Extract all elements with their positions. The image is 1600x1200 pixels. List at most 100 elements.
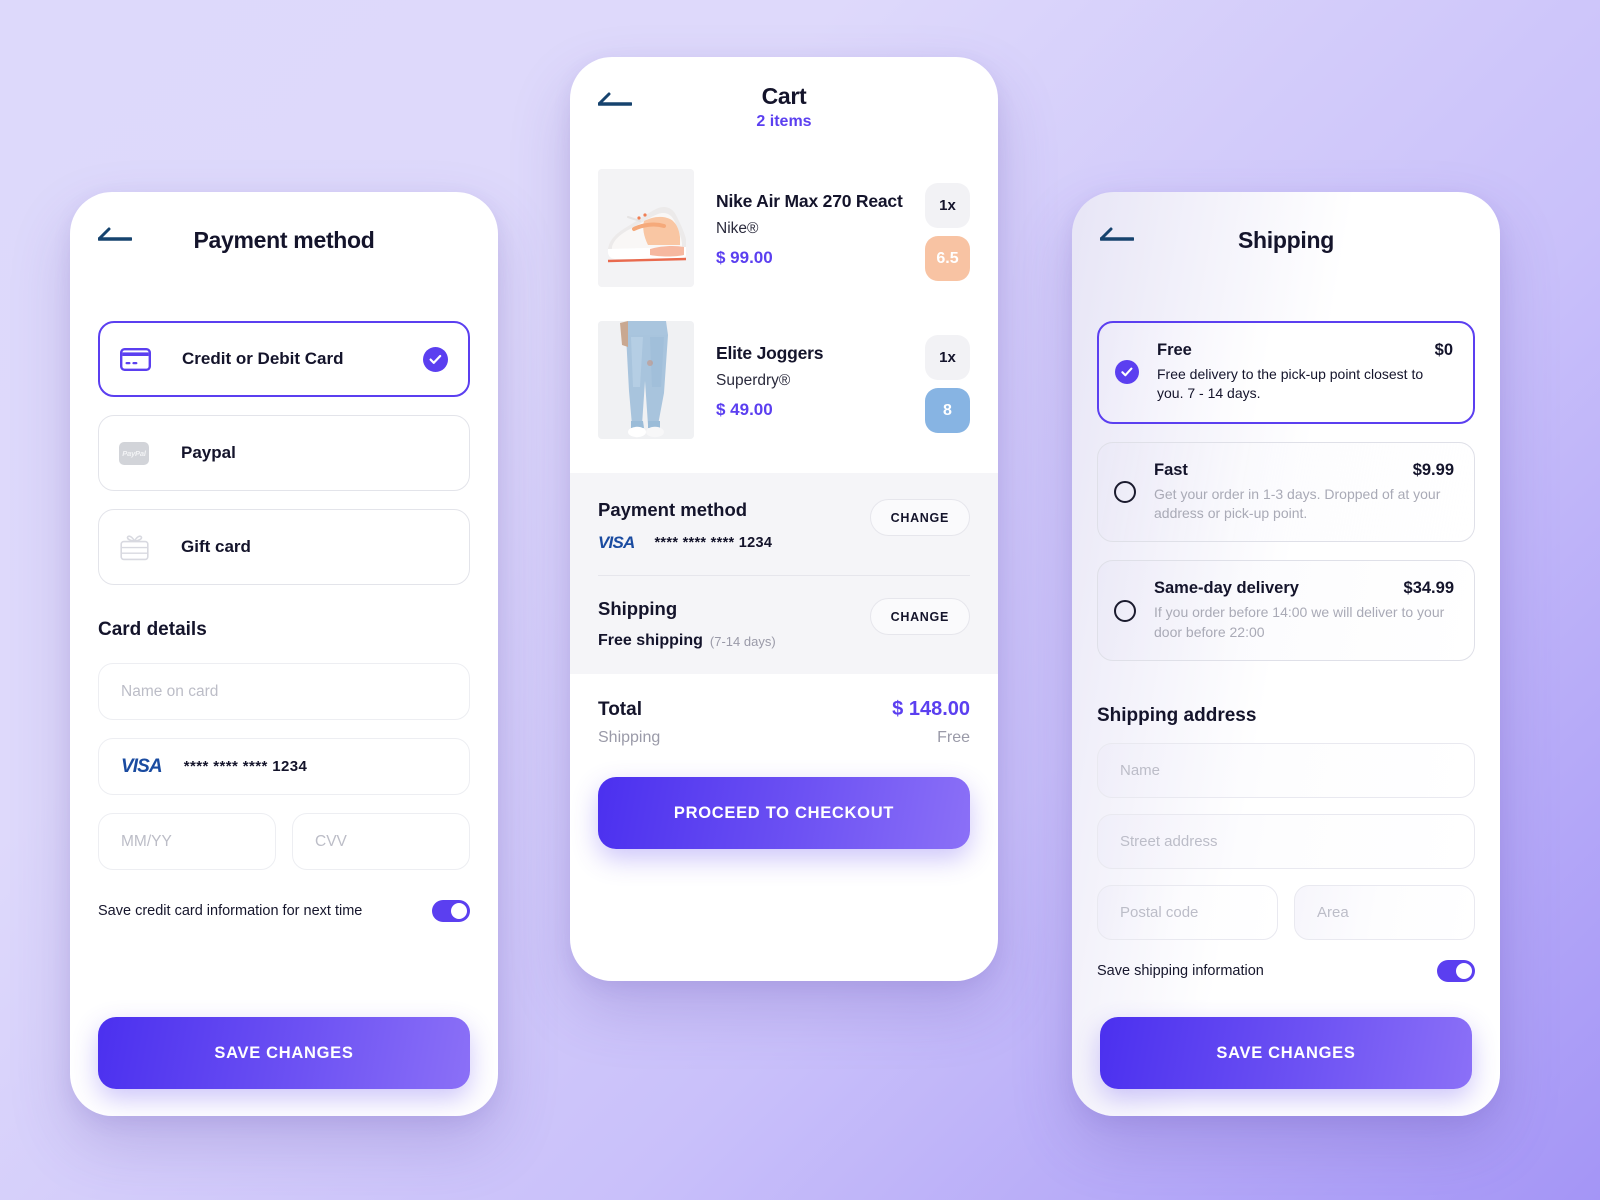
size-badge[interactable]: 6.5 [925,236,970,281]
back-arrow-icon[interactable] [598,91,632,109]
shipping-summary-value: Free shipping (7-14 days) [598,632,776,650]
quantity-badge[interactable]: 1x [925,335,970,380]
cart-item-row[interactable]: Elite Joggers Superdry® $ 49.00 1x 8 [598,321,970,439]
radio-unselected-icon [1114,599,1136,622]
shipping-option-name: Fast [1154,460,1188,479]
gift-card-icon [119,534,161,561]
card-number-masked: **** **** **** 1234 [183,758,308,775]
cart-item-brand: Nike® [716,220,759,237]
shipping-option-name: Free [1157,341,1192,359]
cart-item-count: 2 items [756,113,812,130]
saved-card-row[interactable]: VISA **** **** **** 1234 [98,738,470,795]
cart-item-info: Nike Air Max 270 React Nike® $ 99.00 [694,169,925,268]
shipping-cost-value: Free [937,729,970,746]
total-row: Total $ 148.00 [598,698,970,721]
shipping-address-form: Name Street address Postal code Area [1072,742,1500,940]
save-shipping-toggle[interactable] [1437,959,1475,982]
save-changes-button[interactable]: SAVE CHANGES [98,1017,470,1089]
change-shipping-button[interactable]: CHANGE [869,598,970,635]
size-badge[interactable]: 8 [925,388,970,433]
shipping-option-price: $0 [1434,341,1453,359]
totals-block: Total $ 148.00 Shipping Free [570,674,998,747]
cvv-input[interactable]: CVV [292,813,470,870]
payment-option-label: Credit or Debit Card [182,349,344,368]
card-details-form: Name on card VISA **** **** **** 1234 MM… [70,663,498,870]
shipping-summary-heading: Shipping [598,598,678,619]
back-arrow-icon[interactable] [1100,226,1134,244]
shipping-option-description: If you order before 14:00 we will delive… [1154,604,1445,640]
radio-unselected-icon [1114,480,1136,503]
save-card-toggle[interactable] [432,900,470,922]
save-changes-button[interactable]: SAVE CHANGES [1100,1017,1472,1089]
shipping-option-same-day[interactable]: Same-day delivery $34.99 If you order be… [1097,560,1475,661]
name-on-card-placeholder: Name on card [121,682,219,700]
shipping-cost-label: Shipping [598,729,661,746]
payment-option-credit-card[interactable]: Credit or Debit Card [98,321,470,397]
postal-code-input[interactable]: Postal code [1097,884,1278,940]
shipping-screen: Shipping Free $0 Free delivery to the pi… [1072,192,1500,1116]
payment-summary-block: Payment method VISA **** **** **** 1234 … [598,499,970,553]
street-address-input[interactable]: Street address [1097,813,1475,869]
shipping-option-price: $9.99 [1412,460,1454,479]
cart-item-info: Elite Joggers Superdry® $ 49.00 [694,321,925,420]
visa-logo-icon: VISA [598,533,635,552]
sneaker-thumbnail [598,169,694,287]
cart-item-badges: 1x 6.5 [925,169,970,281]
area-input[interactable]: Area [1294,884,1475,940]
page-title: Shipping [1238,226,1334,253]
shipping-header: Shipping [1072,192,1500,288]
cart-screen: Cart 2 items Nike Air Max 270 React Nike… [570,57,998,981]
cart-item-price: $ 49.00 [716,400,773,419]
payment-method-screen: Payment method Credit or Debit Card PayP… [70,192,498,1116]
save-card-label: Save credit card information for next ti… [98,903,363,919]
back-arrow-icon[interactable] [98,226,132,244]
visa-logo-icon: VISA [121,755,163,777]
card-details-title: Card details [98,619,207,640]
shipping-option-body: Fast $9.99 Get your order in 1-3 days. D… [1154,461,1454,524]
page-title: Payment method [193,226,375,253]
postal-code-placeholder: Postal code [1120,903,1199,921]
shipping-options-list: Free $0 Free delivery to the pick-up poi… [1072,288,1500,661]
name-on-card-input[interactable]: Name on card [98,663,470,720]
address-name-input[interactable]: Name [1097,742,1475,798]
payment-option-paypal[interactable]: PayPal Paypal [98,415,470,491]
shipping-option-header: Same-day delivery $34.99 [1154,579,1454,598]
payment-summary-heading: Payment method [598,499,748,520]
cart-summary: Payment method VISA **** **** **** 1234 … [570,473,998,674]
shipping-option-description: Get your order in 1-3 days. Dropped of a… [1154,485,1441,521]
proceed-to-checkout-button[interactable]: PROCEED TO CHECKOUT [598,777,970,849]
cart-item-list: Nike Air Max 270 React Nike® $ 99.00 1x … [570,141,998,439]
radio-selected-icon [1115,360,1139,385]
expiry-placeholder: MM/YY [121,832,172,850]
cart-header: Cart 2 items [570,57,998,141]
payment-option-label: Gift card [181,537,251,556]
page-title: Cart [761,83,807,109]
shipping-option-fast[interactable]: Fast $9.99 Get your order in 1-3 days. D… [1097,441,1475,543]
shipping-duration-note: (7-14 days) [709,633,776,649]
shipping-option-price: $34.99 [1403,579,1454,598]
street-address-placeholder: Street address [1120,832,1218,850]
save-card-toggle-row: Save credit card information for next ti… [70,870,498,922]
address-name-placeholder: Name [1120,761,1161,779]
change-payment-button[interactable]: CHANGE [869,499,970,536]
area-placeholder: Area [1317,903,1349,921]
shipping-option-name: Same-day delivery [1154,579,1299,598]
payment-option-label: Paypal [181,443,236,462]
payment-header: Payment method [70,192,498,288]
payment-option-gift-card[interactable]: Gift card [98,509,470,585]
cart-item-row[interactable]: Nike Air Max 270 React Nike® $ 99.00 1x … [598,169,970,287]
quantity-badge[interactable]: 1x [925,183,970,228]
shipping-address-title: Shipping address [1097,704,1257,726]
expiry-input[interactable]: MM/YY [98,813,276,870]
shipping-option-body: Free $0 Free delivery to the pick-up poi… [1157,341,1453,404]
joggers-thumbnail [598,321,694,439]
save-shipping-label: Save shipping information [1097,962,1264,979]
shipping-summary-block: Shipping Free shipping (7-14 days) CHANG… [598,598,970,650]
shipping-option-free[interactable]: Free $0 Free delivery to the pick-up poi… [1097,321,1475,424]
payment-method-list: Credit or Debit Card PayPal Paypal Gift … [70,288,498,585]
shipping-option-header: Fast $9.99 [1154,461,1454,480]
cart-item-badges: 1x 8 [925,321,970,433]
shipping-option-body: Same-day delivery $34.99 If you order be… [1154,579,1454,642]
summary-divider [598,575,970,576]
total-label: Total [598,699,642,720]
